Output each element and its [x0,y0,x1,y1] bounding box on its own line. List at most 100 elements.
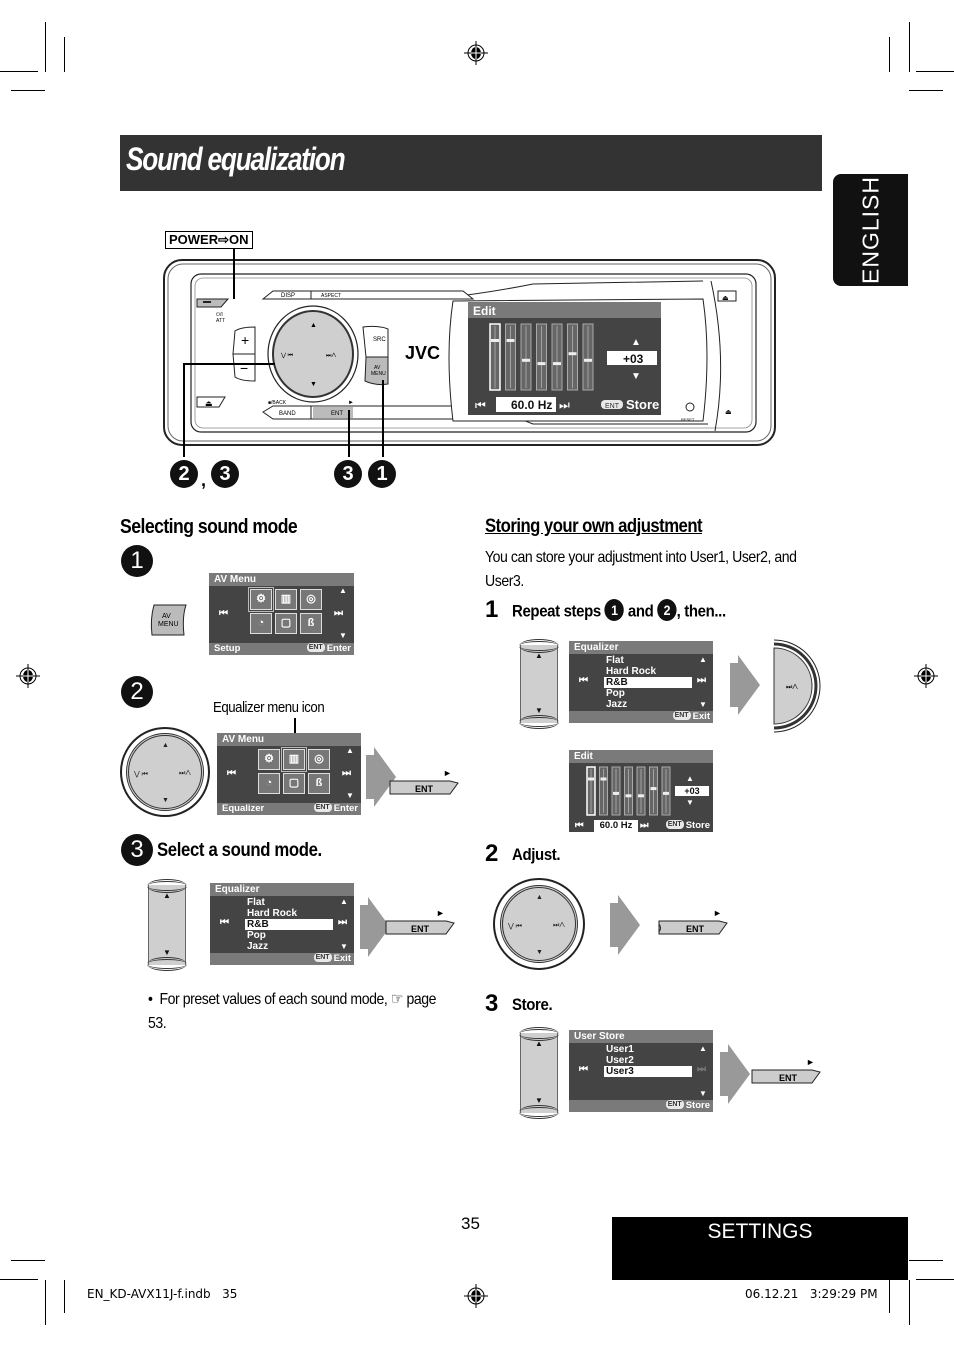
list-item-selected[interactable]: User3 [604,1066,692,1077]
preset-note-text[interactable]: For preset values of each sound mode, ☞ … [148,991,436,1032]
lcd-equalizer-list: Equalizer ⏮ ⏭ ▲ ▼ Flat Hard Rock R&B Pop… [210,883,354,965]
leader-line [183,363,275,365]
next-icon: ⏭ [640,820,649,831]
ent-key-icon[interactable]: ► ENT [384,908,456,938]
eq-band-knob [553,362,561,366]
display-icon[interactable]: ▢ [275,613,297,634]
crop-mark [916,71,954,72]
crop-mark [909,22,910,72]
svg-text:⏭⋀: ⏭⋀ [326,352,336,359]
page-title: Sound equalization [126,141,346,177]
list-item[interactable]: Jazz [606,699,627,710]
section-tab-label: SETTINGS [707,1220,813,1243]
eq-band-knob [506,339,515,342]
section-heading-selecting: Selecting sound mode [120,516,298,538]
ent-key-icon[interactable]: ► ENT [750,1057,822,1087]
speaker-icon[interactable]: ◎ [300,589,322,610]
step-3-number: 3 [485,990,499,1017]
bluetooth-icon[interactable]: ß [308,773,330,794]
callout-3: 3 [211,460,239,488]
list-item[interactable]: User1 [606,1044,634,1055]
vertical-rocker-control[interactable]: ▲ ▼ [519,639,559,729]
svg-text:►: ► [806,1057,815,1067]
equalizer-icon[interactable]: ▥ [275,589,297,610]
down-arrow-icon: ▼ [346,791,354,800]
eq-band-knob [638,794,644,798]
callout-3: 3 [334,460,362,488]
src-button[interactable]: SRC [362,325,389,358]
svg-text:⏮: ⏮ [475,398,486,412]
control-dial[interactable]: ▲ ▼ ⋁ ⏮ ⏭⋀ [493,878,585,970]
up-arrow-icon: ▲ [699,1044,707,1053]
speaker-icon[interactable]: ◎ [308,749,330,770]
eq-band-sliders [489,323,594,391]
volume-down-button[interactable]: − [232,353,256,382]
registration-mark-icon [914,664,938,688]
eq-band-knob [584,358,592,362]
list-item[interactable]: Hard Rock [247,908,297,919]
file-info: EN_KD-AVX11J-f.indb 35 [87,1287,238,1301]
control-dial[interactable]: ▲ ▼ ⋁ ⏮ ⏭⋀ [267,305,359,403]
equalizer-icon[interactable]: ▥ [281,747,307,772]
volume-up-button[interactable]: + [232,326,256,355]
eject-disc-icon: ⏏ [725,409,732,416]
svg-text:ENT: ENT [415,784,434,794]
list-item[interactable]: Flat [606,655,624,666]
crop-mark [11,90,45,91]
vertical-rocker-control[interactable]: ▲ ▼ [519,1027,559,1119]
lcd-equalizer-list: Equalizer ⏮ ⏭ ▲ ▼ Flat Hard Rock R&B Pop… [569,641,713,723]
bluetooth-icon[interactable]: ß [300,613,322,634]
band-button[interactable]: BAND [279,411,296,417]
av-menu-button[interactable]: AVMENU [364,356,389,386]
svg-text:▼: ▼ [631,371,641,382]
section-heading-storing: Storing your own adjustment [485,516,703,537]
step-3-badge: 3 [121,834,153,866]
timer-icon[interactable]: ◔ [250,613,272,634]
display-icon[interactable]: ▢ [283,773,305,794]
frequency-value: 60.0 Hz [594,820,638,832]
svg-text:⏏: ⏏ [722,295,729,302]
list-item[interactable]: User2 [606,1055,634,1066]
svg-text:ATT: ATT [216,318,225,324]
crop-mark [64,1280,65,1313]
print-timestamp: 06.12.21 3:29:29 PM [745,1287,878,1301]
crop-mark [45,1280,46,1325]
registration-mark-icon [464,1284,488,1308]
list-item-selected[interactable]: R&B [245,919,333,930]
prev-icon: ⏮ [579,675,588,686]
disp-button[interactable]: DISP [281,293,295,299]
prev-icon: ⏮ [579,1064,588,1075]
setup-icon[interactable]: ⚙ [248,587,274,612]
setup-icon[interactable]: ⚙ [258,749,280,770]
eq-band-knob [650,787,657,791]
svg-text:ENT: ENT [605,403,620,410]
timer-icon[interactable]: ◔ [258,773,280,794]
ent-key-icon[interactable]: ► ENT [657,908,729,938]
bullet: • [148,991,160,1008]
svg-text:⏏: ⏏ [205,399,213,408]
screen-title: Edit [473,304,496,318]
av-menu-key-icon[interactable]: AVMENU [148,603,188,637]
list-item[interactable]: Flat [247,897,265,908]
list-item[interactable]: Pop [606,688,625,699]
preset-note: • For preset values of each sound mode, … [148,988,456,1036]
eq-band-knob [663,791,669,795]
section-tab: SETTINGS [612,1217,908,1280]
list-item[interactable]: Hard Rock [606,666,656,677]
list-item[interactable]: Jazz [247,941,268,952]
control-dial-right-half[interactable]: ⏭⋀ [770,638,822,734]
ent-key-icon[interactable]: ► ENT [388,768,460,798]
ref-step-1: 1 [604,599,625,621]
control-dial[interactable]: ▲ ▼ ⋁ ⏮ ⏭⋀ [120,727,210,817]
vertical-rocker-control[interactable]: ▲ ▼ [147,879,187,971]
down-arrow-icon: ▼ [686,798,694,807]
reset-button[interactable]: RESET [681,417,695,422]
svg-text:MENU: MENU [371,371,386,377]
step-3-text: Select a sound mode. [157,840,322,861]
aspect-button[interactable]: ASPECT [321,293,341,299]
ent-button[interactable]: ENT [313,407,353,418]
list-item[interactable]: Pop [247,930,266,941]
list-item-selected[interactable]: R&B [604,677,692,688]
up-arrow-icon: ▲ [346,746,354,755]
svg-text:►: ► [443,768,452,778]
